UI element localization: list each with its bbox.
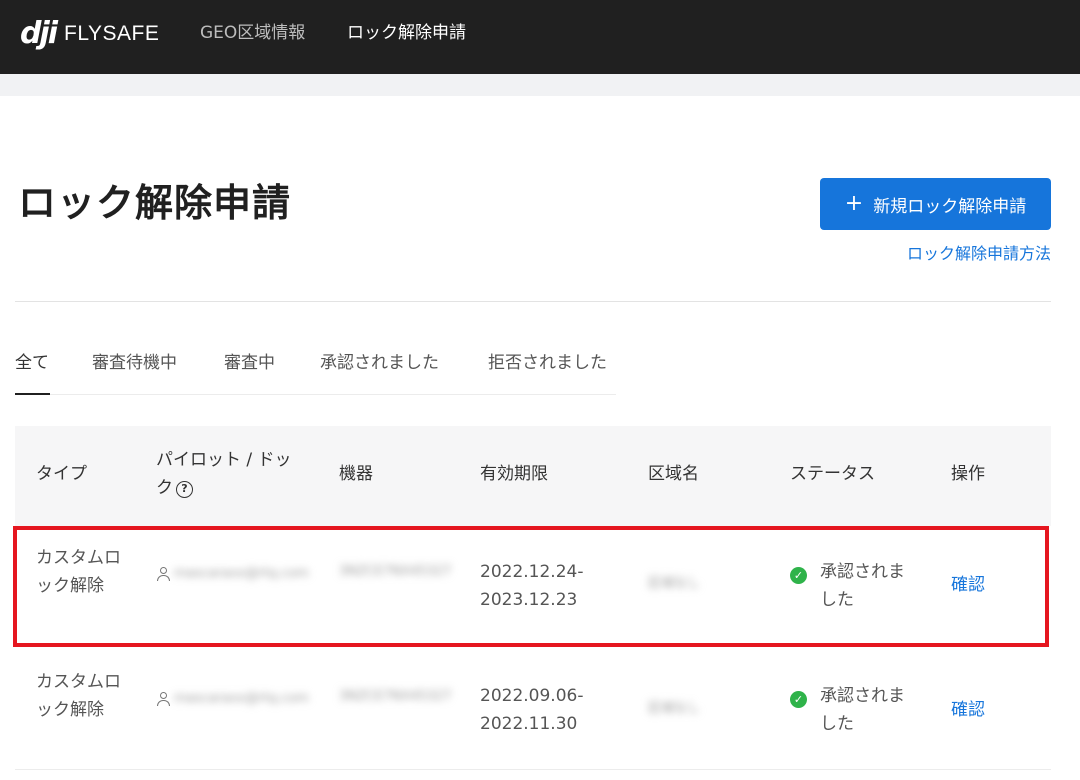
table-header: タイプ パイロット / ドック? 機器 有効期限 区域名 ステータス 操作 (15, 426, 1051, 526)
tab-approved[interactable]: 承認されました (320, 352, 439, 374)
column-header-pilot: パイロット / ドック? (156, 446, 296, 502)
help-icon[interactable]: ? (176, 481, 193, 498)
column-header-device: 機器 (339, 464, 373, 484)
tab-all[interactable]: 全て (15, 352, 49, 374)
nav-item-geo-zone-info[interactable]: GEO区域情報 (200, 22, 305, 44)
page-title: ロック解除申請 (18, 181, 292, 225)
new-unlock-request-button[interactable]: + 新規ロック解除申請 (820, 178, 1051, 230)
dji-logo-icon: dji (20, 16, 58, 51)
active-tab-indicator (15, 393, 50, 395)
table-row: カスタムロック解除 mascaraxx@rtq.com 3NZCE7NX4532… (15, 652, 1051, 770)
pilot-account: mascaraxx@rtq.com (174, 691, 309, 706)
column-header-action: 操作 (951, 464, 985, 484)
device-serial: 3NZCE7NX45327 (339, 689, 452, 704)
row-highlight-box (13, 526, 1049, 647)
column-header-area: 区域名 (648, 464, 699, 484)
check-circle-icon: ✓ (790, 691, 807, 708)
validity-start: 2022.09.06- (480, 686, 584, 706)
sub-header-bar (0, 74, 1080, 96)
view-details-link[interactable]: 確認 (951, 696, 985, 724)
top-navigation-bar: dji FLYSAFE GEO区域情報 ロック解除申請 (0, 0, 1080, 74)
header-divider (15, 301, 1051, 302)
tab-reviewing[interactable]: 審査中 (224, 352, 275, 374)
column-header-validity: 有効期限 (480, 464, 548, 484)
validity-end: 2022.11.30 (480, 714, 578, 734)
dji-flysafe-logo[interactable]: dji FLYSAFE (20, 16, 160, 51)
status-badge: 承認されました (820, 686, 905, 734)
nav-item-unlock-request[interactable]: ロック解除申請 (347, 22, 466, 44)
brand-name: FLYSAFE (64, 22, 160, 45)
area-name: 区域なし (648, 701, 701, 716)
tab-rejected[interactable]: 拒否されました (488, 352, 607, 374)
pilot-cell: mascaraxx@rtq.com (156, 680, 309, 730)
validity-cell: 2022.09.06- 2022.11.30 (480, 682, 610, 738)
tab-pending[interactable]: 審査待機中 (92, 352, 177, 374)
column-header-type: タイプ (36, 464, 87, 484)
unlock-howto-link[interactable]: ロック解除申請方法 (907, 243, 1051, 265)
type-cell: カスタムロック解除 (36, 672, 121, 720)
status-cell: ✓ 承認されました (790, 682, 910, 738)
plus-icon: + (844, 191, 864, 216)
column-header-status: ステータス (790, 464, 875, 484)
new-unlock-request-label: 新規ロック解除申請 (873, 196, 1027, 217)
user-icon (156, 692, 170, 706)
status-tabs: 全て 審査待機中 審査中 承認されました 拒否されました (15, 350, 616, 395)
